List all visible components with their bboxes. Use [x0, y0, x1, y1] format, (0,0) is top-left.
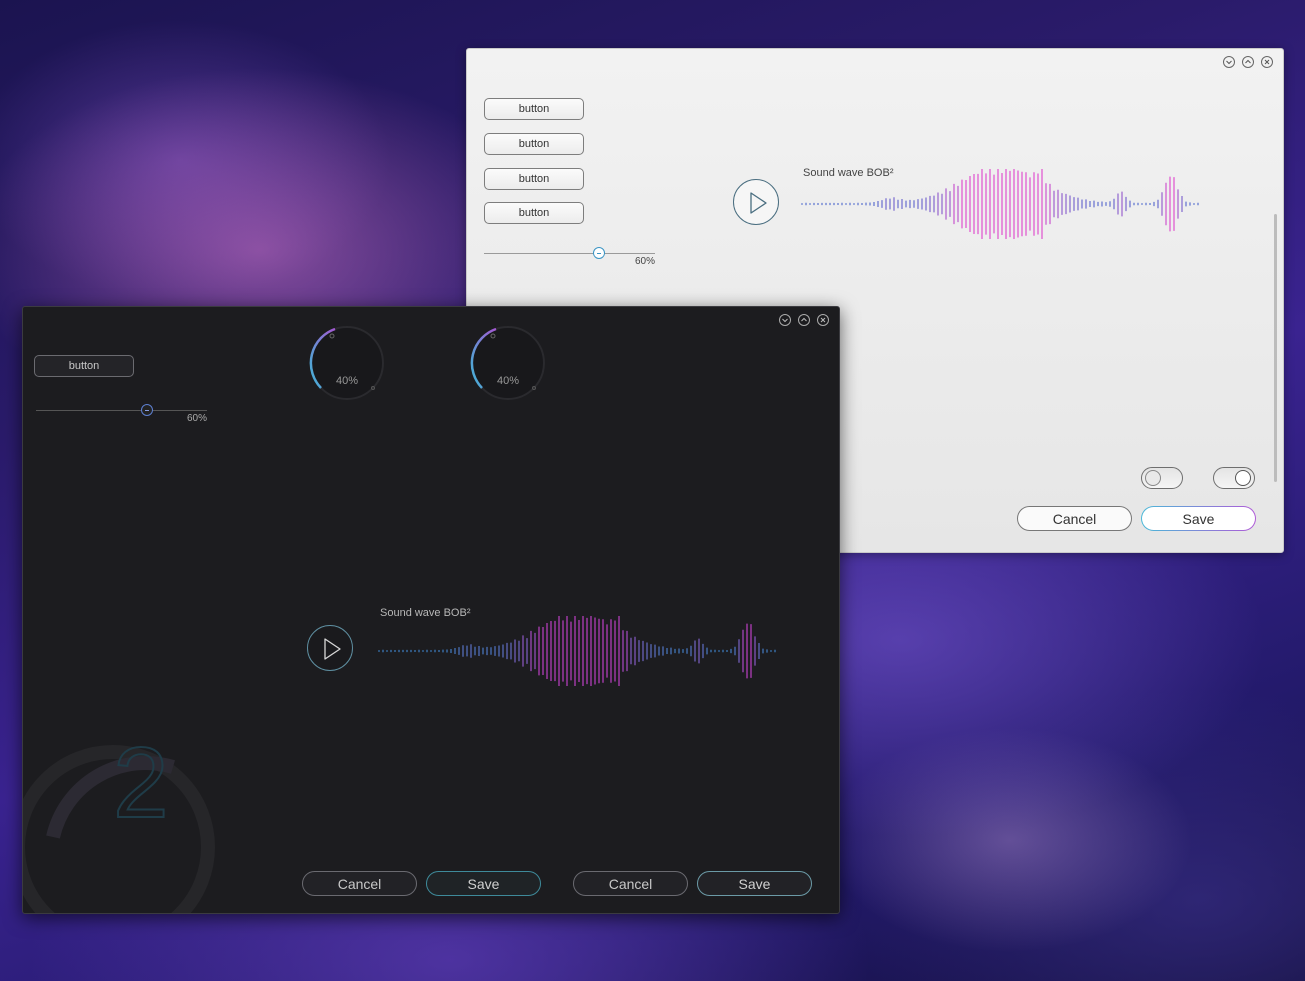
play-icon	[324, 638, 341, 660]
minimize-button[interactable]	[1223, 56, 1235, 68]
button[interactable]: button	[34, 355, 134, 377]
chevron-up-icon	[1245, 59, 1251, 64]
play-button[interactable]	[733, 179, 779, 225]
knob-dial-graphic	[470, 326, 545, 400]
save-button[interactable]: Save	[1141, 506, 1256, 531]
button-4[interactable]: button	[484, 202, 584, 224]
minimize-button[interactable]	[779, 314, 791, 326]
cancel-button-alt[interactable]: Cancel	[573, 871, 688, 896]
scrollbar[interactable]	[1274, 214, 1277, 482]
button-1[interactable]: button	[484, 98, 584, 120]
play-button[interactable]	[307, 625, 353, 671]
chevron-down-icon	[782, 318, 788, 323]
window-controls	[779, 314, 829, 326]
save-button[interactable]: Save	[426, 871, 541, 896]
save-button-alt[interactable]: Save	[697, 871, 812, 896]
chevron-down-icon	[1226, 60, 1232, 65]
knob-value: 40%	[496, 375, 520, 387]
volume-slider[interactable]: 60%	[36, 401, 207, 424]
volume-slider[interactable]: 60%	[484, 244, 655, 267]
knob-dial-graphic	[309, 326, 384, 400]
close-icon	[820, 317, 826, 323]
decorative-background-graphic: 2	[23, 737, 215, 913]
slider-thumb[interactable]	[593, 247, 605, 259]
dark-window: 2 button 60% 40% 40% Sound wave BOB² Can…	[22, 306, 840, 914]
toggle-knob	[1235, 470, 1251, 486]
cancel-button[interactable]: Cancel	[302, 871, 417, 896]
knob-value: 40%	[335, 375, 359, 387]
button-2[interactable]: button	[484, 133, 584, 155]
close-button[interactable]	[817, 314, 829, 326]
deco-digit: 2	[113, 737, 169, 839]
close-button[interactable]	[1261, 56, 1273, 68]
rotary-knob-2[interactable]: 40%	[468, 323, 548, 403]
toggle-switch-off[interactable]	[1141, 467, 1183, 489]
rotary-knob-1[interactable]: 40%	[307, 323, 387, 403]
toggle-switch-on[interactable]	[1213, 467, 1255, 489]
window-controls	[1223, 56, 1273, 68]
chevron-up-icon	[801, 317, 807, 322]
play-icon	[750, 192, 767, 214]
button-3[interactable]: button	[484, 168, 584, 190]
toggle-knob	[1145, 470, 1161, 486]
maximize-button[interactable]	[798, 314, 810, 326]
close-icon	[1264, 59, 1270, 65]
cancel-button[interactable]: Cancel	[1017, 506, 1132, 531]
maximize-button[interactable]	[1242, 56, 1254, 68]
sound-waveform	[801, 169, 1199, 239]
slider-track	[36, 410, 207, 411]
slider-thumb[interactable]	[141, 404, 153, 416]
slider-value: 60%	[634, 256, 655, 267]
slider-track	[484, 253, 655, 254]
slider-value: 60%	[186, 413, 207, 424]
sound-waveform	[378, 616, 776, 686]
